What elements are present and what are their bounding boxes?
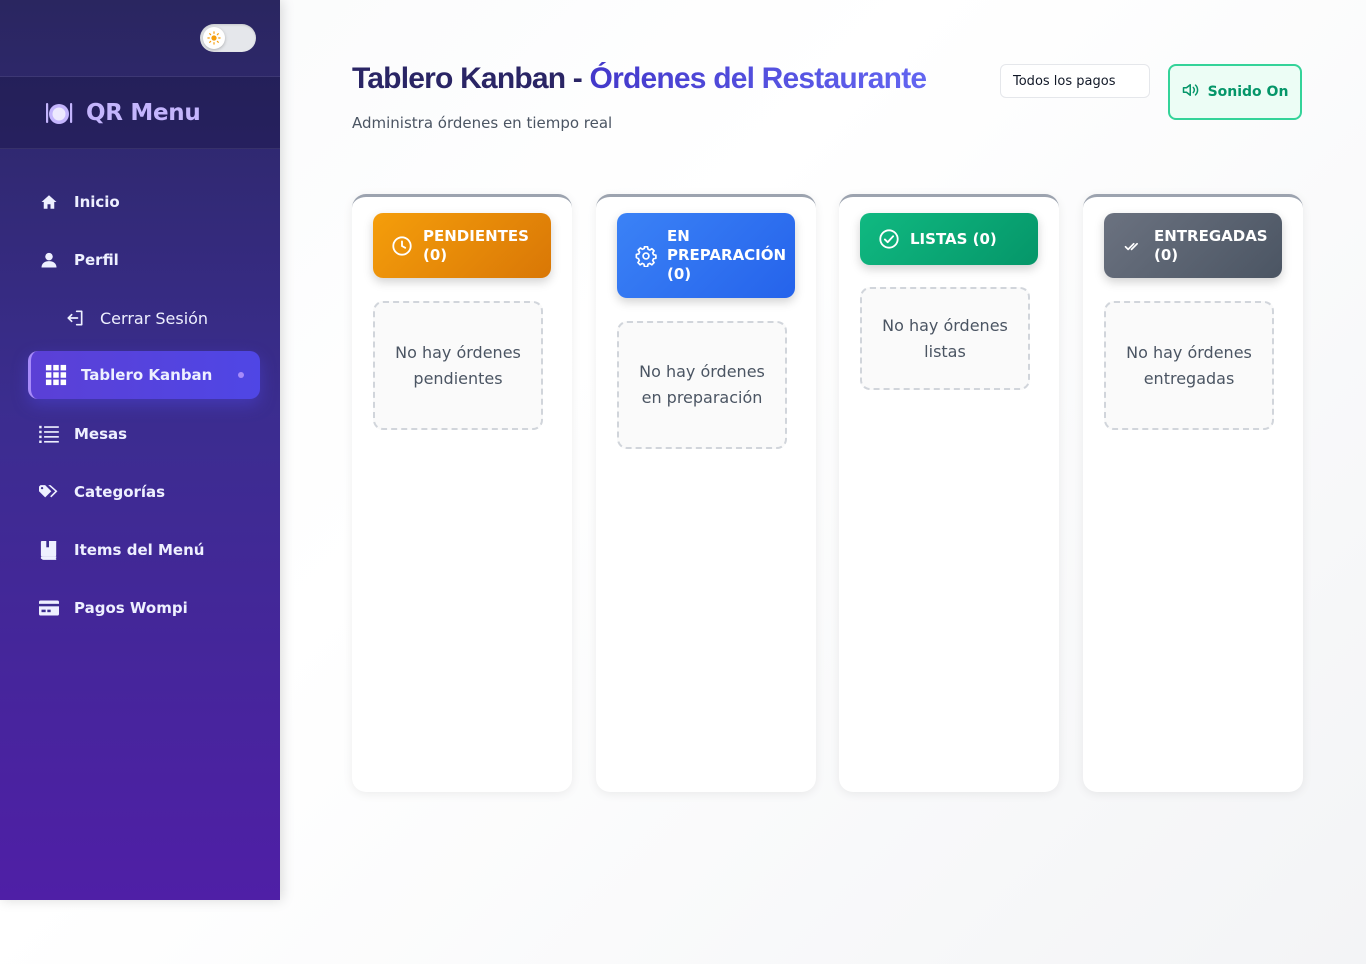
grid-icon — [45, 364, 67, 386]
column-header-en-preparacion[interactable]: EN PREPARACIÓN (0) — [617, 213, 795, 298]
logout-icon — [64, 307, 86, 329]
column-title: EN PREPARACIÓN (0) — [667, 227, 787, 283]
sidebar-top — [0, 0, 280, 77]
sound-toggle-button[interactable]: Sonido On — [1168, 64, 1302, 120]
payments-filter-select[interactable]: Todos los pagos — [1000, 64, 1150, 98]
empty-state-listas: No hay órdenes listas — [860, 287, 1030, 390]
kanban-column-pendientes: PENDIENTES (0) No hay órdenes pendientes — [352, 194, 572, 792]
brand-name: QR Menu — [86, 99, 201, 126]
sidebar-item-cerrar-sesion[interactable]: Cerrar Sesión — [28, 294, 260, 342]
kanban-column-entregadas: ENTREGADAS (0) No hay órdenes entregadas — [1083, 194, 1303, 792]
column-header-listas[interactable]: LISTAS (0) — [860, 213, 1038, 265]
gear-icon — [635, 245, 657, 267]
sound-label: Sonido On — [1207, 84, 1289, 100]
column-header-entregadas[interactable]: ENTREGADAS (0) — [1104, 213, 1282, 278]
column-title: PENDIENTES (0) — [423, 226, 529, 264]
check-circle-icon — [878, 228, 900, 250]
page-title: Tablero Kanban - Órdenes del Restaurante — [352, 62, 927, 95]
kanban-column-listas: LISTAS (0) No hay órdenes listas — [839, 194, 1059, 792]
clock-icon — [391, 235, 413, 257]
theme-toggle[interactable] — [200, 24, 256, 52]
empty-state-entregadas: No hay órdenes entregadas — [1104, 301, 1274, 430]
home-icon — [38, 191, 60, 213]
credit-card-icon — [38, 597, 60, 619]
brand[interactable]: QR Menu — [0, 77, 280, 149]
speaker-icon — [1182, 82, 1200, 102]
kanban-column-en-preparacion: EN PREPARACIÓN (0) No hay órdenes en prepa… — [596, 194, 816, 792]
column-title: ENTREGADAS (0) — [1154, 226, 1268, 264]
user-icon — [38, 249, 60, 271]
sidebar-item-label: Categorías — [74, 483, 166, 501]
sidebar-item-label: Tablero Kanban — [81, 366, 213, 384]
plate-cutlery-icon — [44, 98, 74, 128]
empty-state-pendientes: No hay órdenes pendientes — [373, 301, 543, 430]
sidebar: QR Menu Inicio Perfil Cerrar Sesión Tabl… — [0, 0, 280, 900]
sidebar-item-label: Pagos Wompi — [74, 599, 188, 617]
sidebar-item-label: Perfil — [74, 251, 119, 269]
sidebar-item-label: Items del Menú — [74, 541, 205, 559]
sidebar-item-label: Cerrar Sesión — [100, 308, 209, 328]
list-icon — [38, 423, 60, 445]
tags-icon — [38, 481, 60, 503]
sidebar-item-perfil[interactable]: Perfil — [28, 236, 260, 284]
sidebar-item-inicio[interactable]: Inicio — [28, 178, 260, 226]
empty-state-en-preparacion: No hay órdenes en preparación — [617, 321, 787, 449]
sun-icon — [203, 27, 225, 49]
sidebar-item-pagos-wompi[interactable]: Pagos Wompi — [28, 584, 260, 632]
active-indicator-dot — [238, 372, 244, 378]
column-header-pendientes[interactable]: PENDIENTES (0) — [373, 213, 551, 278]
column-title: LISTAS (0) — [910, 229, 997, 248]
sidebar-item-items-menu[interactable]: Items del Menú — [28, 526, 260, 574]
sidebar-item-label: Inicio — [74, 193, 120, 211]
sidebar-item-tablero-kanban[interactable]: Tablero Kanban — [28, 351, 260, 399]
page-subtitle: Administra órdenes en tiempo real — [352, 114, 613, 132]
sidebar-item-categorias[interactable]: Categorías — [28, 468, 260, 516]
double-check-icon — [1122, 235, 1144, 257]
sidebar-item-label: Mesas — [74, 425, 128, 443]
book-icon — [38, 539, 60, 561]
sidebar-item-mesas[interactable]: Mesas — [28, 410, 260, 458]
